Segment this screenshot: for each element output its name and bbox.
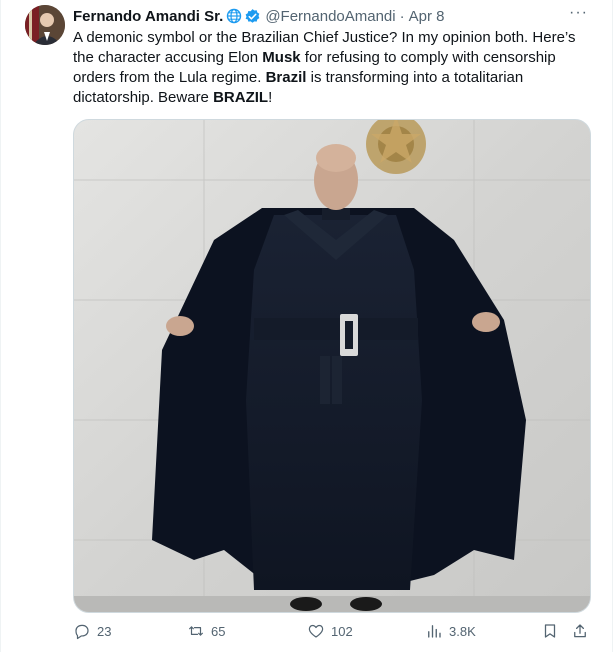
photo-illustration bbox=[74, 120, 590, 612]
reply-button[interactable]: 23 bbox=[73, 622, 111, 640]
more-options-icon[interactable]: ··· bbox=[569, 4, 588, 22]
bookmark-icon bbox=[544, 624, 556, 638]
tweet[interactable]: Fernando Amandi Sr. @FernandoAmandi · Ap… bbox=[0, 0, 613, 652]
heart-icon bbox=[308, 624, 324, 638]
tweet-text-bold: Brazil bbox=[265, 69, 307, 86]
author-avatar[interactable] bbox=[25, 5, 65, 45]
separator-dot: · bbox=[399, 7, 405, 25]
views-button[interactable]: 3.8K bbox=[425, 622, 476, 640]
share-icon bbox=[574, 624, 586, 638]
repost-count: 65 bbox=[211, 623, 226, 639]
views-count: 3.8K bbox=[449, 623, 476, 639]
tweet-text-bold: BRAZIL bbox=[213, 89, 269, 106]
like-button[interactable]: 102 bbox=[307, 622, 353, 640]
repost-icon bbox=[189, 626, 203, 636]
tweet-photo[interactable] bbox=[73, 119, 591, 613]
like-count: 102 bbox=[331, 623, 353, 639]
reply-count: 23 bbox=[97, 623, 112, 639]
share-button[interactable] bbox=[571, 622, 595, 640]
globe-icon bbox=[225, 8, 242, 25]
verified-badge-icon bbox=[244, 8, 261, 25]
tweet-text-bold: Musk bbox=[262, 49, 301, 66]
tweet-date[interactable]: Apr 8 bbox=[409, 8, 445, 25]
tweet-text-part: ! bbox=[268, 89, 273, 106]
tweet-text: A demonic symbol or the Brazilian Chief … bbox=[73, 28, 598, 108]
author-handle[interactable]: @FernandoAmandi bbox=[265, 8, 395, 25]
bookmark-button[interactable] bbox=[541, 622, 565, 640]
repost-button[interactable]: 65 bbox=[187, 622, 225, 640]
views-chart-icon bbox=[428, 625, 441, 638]
author-name[interactable]: Fernando Amandi Sr. bbox=[73, 8, 223, 25]
tweet-header: Fernando Amandi Sr. @FernandoAmandi · Ap… bbox=[73, 4, 598, 26]
tweet-actions: 23 65 102 3.8K bbox=[73, 622, 598, 646]
reply-icon bbox=[75, 624, 89, 640]
